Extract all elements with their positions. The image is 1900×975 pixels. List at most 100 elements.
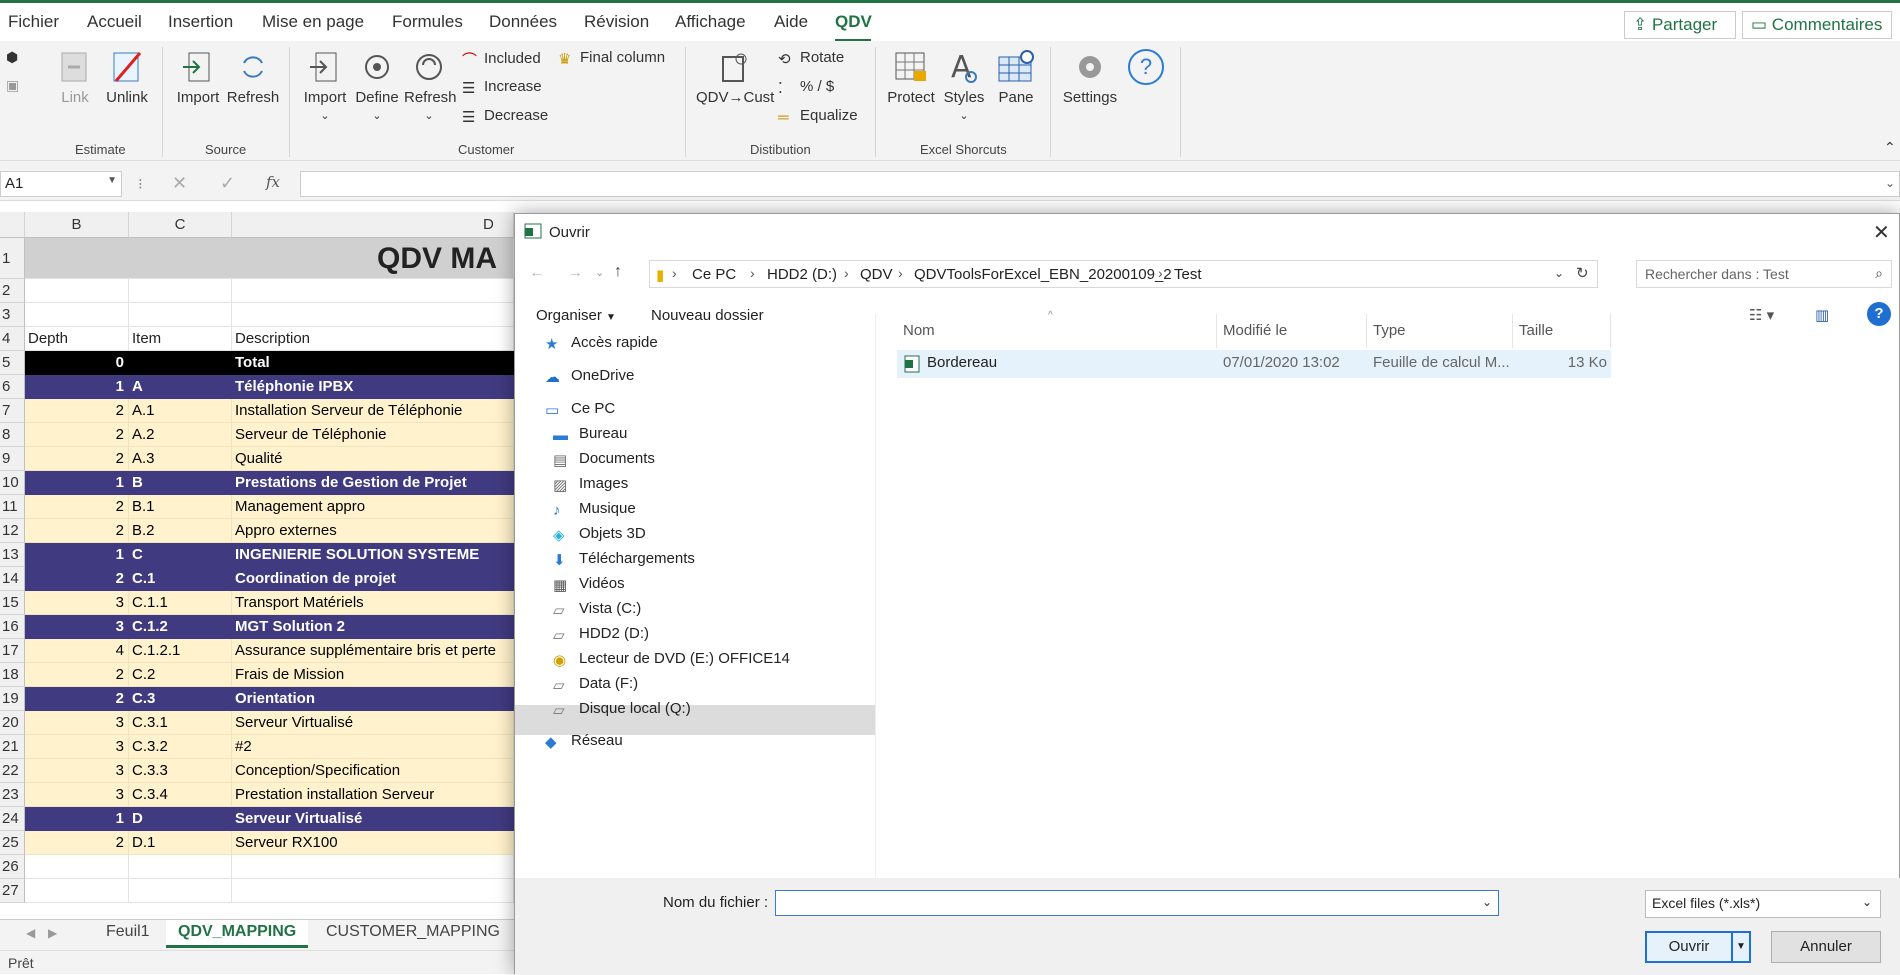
cell-desc[interactable] [232,303,514,327]
confirm-formula-icon[interactable]: ✓ [220,173,235,194]
name-box[interactable]: A1 ▼ [0,171,122,197]
cell-depth[interactable]: 2 [25,495,129,519]
row-header[interactable]: 19 [0,687,25,711]
organize-menu[interactable]: Organiser ▼ [536,307,616,324]
cell-desc[interactable] [232,855,514,879]
cell-item[interactable]: A.1 [129,399,232,423]
breadcrumb-test[interactable]: Test [1174,266,1202,283]
cell-desc[interactable]: Installation Serveur de Téléphonie [232,399,514,423]
row-header[interactable]: 23 [0,783,25,807]
prev-sheet-icon[interactable]: ◀ [26,926,35,940]
cell-depth[interactable]: 2 [25,687,129,711]
forward-icon[interactable]: → [567,264,583,282]
cell-desc[interactable]: Serveur RX100 [232,831,514,855]
cell-depth[interactable] [25,879,129,903]
row-header[interactable]: 13 [0,543,25,567]
cell-depth[interactable] [25,855,129,879]
row-header[interactable]: 15 [0,591,25,615]
row-header[interactable]: 10 [0,471,25,495]
rotate-button[interactable]: ⟲ Rotate [778,49,844,68]
row-header[interactable]: 3 [0,303,25,327]
cell-depth[interactable]: 3 [25,735,129,759]
cell-item[interactable]: B.1 [129,495,232,519]
file-type-filter[interactable]: Excel files (*.xls*) ⌄ [1645,890,1881,918]
cell-desc[interactable]: Orientation [232,687,514,711]
cell-item[interactable]: A [129,375,232,399]
cell-item[interactable] [129,303,232,327]
cell-depth[interactable]: 2 [25,831,129,855]
address-bar[interactable]: ▮ › Ce PC › HDD2 (D:) › QDV › QDVToolsFo… [649,260,1598,288]
settings-button[interactable]: Settings [1060,49,1120,106]
cell-desc[interactable]: Téléphonie IPBX [232,375,514,399]
cell-item[interactable] [129,855,232,879]
header-depth[interactable]: Depth [25,327,129,351]
collapse-ribbon-icon[interactable]: ⌃ [1884,139,1896,156]
new-folder-button[interactable]: Nouveau dossier [651,307,764,324]
back-icon[interactable]: ← [529,264,545,282]
equalize-button[interactable]: ═ Equalize [778,107,858,126]
decrease-button[interactable]: ☰ Decrease [462,107,548,126]
tab-aide[interactable]: Aide [774,12,808,32]
function-icon[interactable]: fx [266,173,280,191]
select-all-corner[interactable] [0,212,25,238]
cell-desc[interactable]: INGENIERIE SOLUTION SYSTEME [232,543,514,567]
final-column-button[interactable]: ♛ Final column [558,49,665,68]
tab-mise-en-page[interactable]: Mise en page [262,12,364,32]
unlink-button[interactable]: Unlink [104,49,150,106]
breadcrumb-qdv[interactable]: QDV [860,266,893,283]
cell-item[interactable]: C.2 [129,663,232,687]
cell-desc[interactable]: Conception/Specification [232,759,514,783]
cell-item[interactable]: C.3.4 [129,783,232,807]
cell-desc[interactable]: Serveur de Téléphonie [232,423,514,447]
tab-donnees[interactable]: Données [489,12,557,32]
cell-depth[interactable]: 2 [25,519,129,543]
cell-depth[interactable]: 1 [25,375,129,399]
cell-depth[interactable]: 2 [25,567,129,591]
refresh-icon[interactable]: ↻ [1576,264,1589,282]
open-options-chevron-icon[interactable]: ▼ [1731,931,1751,963]
cell-item[interactable]: C.3.1 [129,711,232,735]
column-header-d[interactable]: D [232,212,514,238]
column-type[interactable]: Type [1367,314,1513,348]
column-header-b[interactable]: B [25,212,129,238]
percent-dollar-button[interactable]: ⁚% / $ [778,78,834,97]
file-row[interactable]: Bordereau 07/01/2020 13:02 Feuille de ca… [897,350,1611,378]
cell-desc[interactable]: Appro externes [232,519,514,543]
row-header[interactable]: 12 [0,519,25,543]
nav-item-onedrive[interactable]: ☁ OneDrive [545,361,634,391]
formula-input[interactable]: ⌄ [300,171,1900,197]
help-button[interactable]: ? [1126,49,1166,85]
row-header[interactable]: 1 [0,238,25,279]
tab-accueil[interactable]: Accueil [87,12,142,32]
cell-depth[interactable]: 2 [25,399,129,423]
row-header[interactable]: 16 [0,615,25,639]
qdv-cust-button[interactable]: QDV→Cust [696,49,774,106]
row-header[interactable]: 18 [0,663,25,687]
row-header[interactable]: 25 [0,831,25,855]
row-header[interactable]: 7 [0,399,25,423]
included-button[interactable]: ⌒ Included [462,49,541,69]
cell-item[interactable] [129,879,232,903]
header-item[interactable]: Item [129,327,232,351]
cell-depth[interactable]: 0 [25,351,129,375]
tab-revision[interactable]: Révision [584,12,649,32]
row-header[interactable]: 24 [0,807,25,831]
source-import-button[interactable]: Import [174,49,222,106]
styles-button[interactable]: A Styles ⌄ [940,49,988,123]
chevron-down-icon[interactable]: ⌄ [1554,266,1564,280]
customer-import-button[interactable]: Import ⌄ [300,49,350,123]
column-modified[interactable]: Modifié le [1217,314,1367,348]
link-button[interactable]: Link [55,49,95,106]
tab-qdv[interactable]: QDV [835,12,872,32]
up-icon[interactable]: ↑ [614,263,622,281]
row-header[interactable]: 26 [0,855,25,879]
cell-depth[interactable] [25,303,129,327]
cell-desc[interactable]: Qualité [232,447,514,471]
cube-small-icon[interactable]: ⬢ [6,49,18,66]
chevron-down-icon[interactable]: ⌄ [1482,895,1492,909]
cancel-formula-icon[interactable]: ✕ [172,173,187,194]
cell-item[interactable]: C.1.1 [129,591,232,615]
help-icon[interactable]: ? [1867,302,1891,326]
nav-item-disque-local-q[interactable]: ▱ Disque local (Q:) [553,694,691,724]
cell-depth[interactable]: 3 [25,759,129,783]
